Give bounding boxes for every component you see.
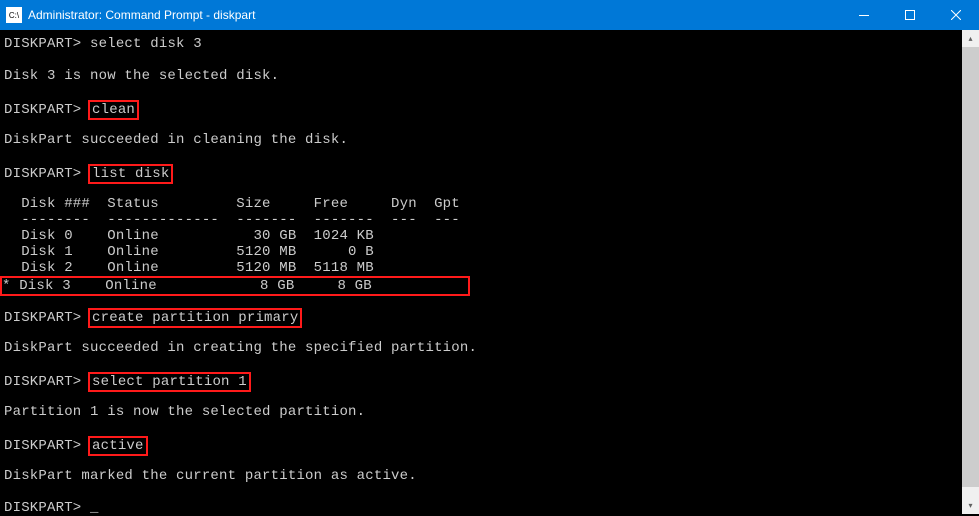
title-bar[interactable]: C:\ Administrator: Command Prompt - disk… [0,0,979,30]
msg-selected-partition: Partition 1 is now the selected partitio… [4,404,975,420]
cmd-list-disk-highlight: list disk [88,164,173,184]
prompt: DISKPART> [4,166,81,182]
close-button[interactable] [933,0,979,30]
msg-selected-disk: Disk 3 is now the selected disk. [4,68,975,84]
msg-active: DiskPart marked the current partition as… [4,468,975,484]
table-row: Disk 0 Online 30 GB 1024 KB [4,228,975,244]
prompt: DISKPART> [4,310,81,326]
table-row: Disk 1 Online 5120 MB 0 B [4,244,975,260]
maximize-button[interactable] [887,0,933,30]
window-controls [841,0,979,30]
scroll-down-arrow[interactable]: ▾ [962,497,979,514]
terminal-output[interactable]: DISKPART> select disk 3 Disk 3 is now the… [0,30,979,514]
prompt: DISKPART> [4,374,81,390]
prompt: DISKPART> [4,36,81,52]
scroll-thumb[interactable] [962,47,979,487]
window-title: Administrator: Command Prompt - diskpart [28,8,841,22]
vertical-scrollbar[interactable]: ▴ ▾ [962,30,979,514]
prompt: DISKPART> [4,438,81,454]
cmd-select-partition-highlight: select partition 1 [88,372,251,392]
msg-clean-success: DiskPart succeeded in cleaning the disk. [4,132,975,148]
msg-create-partition: DiskPart succeeded in creating the speci… [4,340,975,356]
minimize-button[interactable] [841,0,887,30]
cmd-create-partition-highlight: create partition primary [88,308,302,328]
table-row-selected-highlight: * Disk 3 Online 8 GB 8 GB [0,276,470,296]
table-row: Disk 2 Online 5120 MB 5118 MB [4,260,975,276]
cmd-select-disk: select disk 3 [90,36,202,52]
disk-table-sep: -------- ------------- ------- ------- -… [4,212,975,228]
scroll-up-arrow[interactable]: ▴ [962,30,979,47]
cmd-clean-highlight: clean [88,100,139,120]
disk-table-header: Disk ### Status Size Free Dyn Gpt [4,196,975,212]
prompt: DISKPART> [4,102,81,118]
cmd-icon: C:\ [6,7,22,23]
cmd-active-highlight: active [88,436,148,456]
